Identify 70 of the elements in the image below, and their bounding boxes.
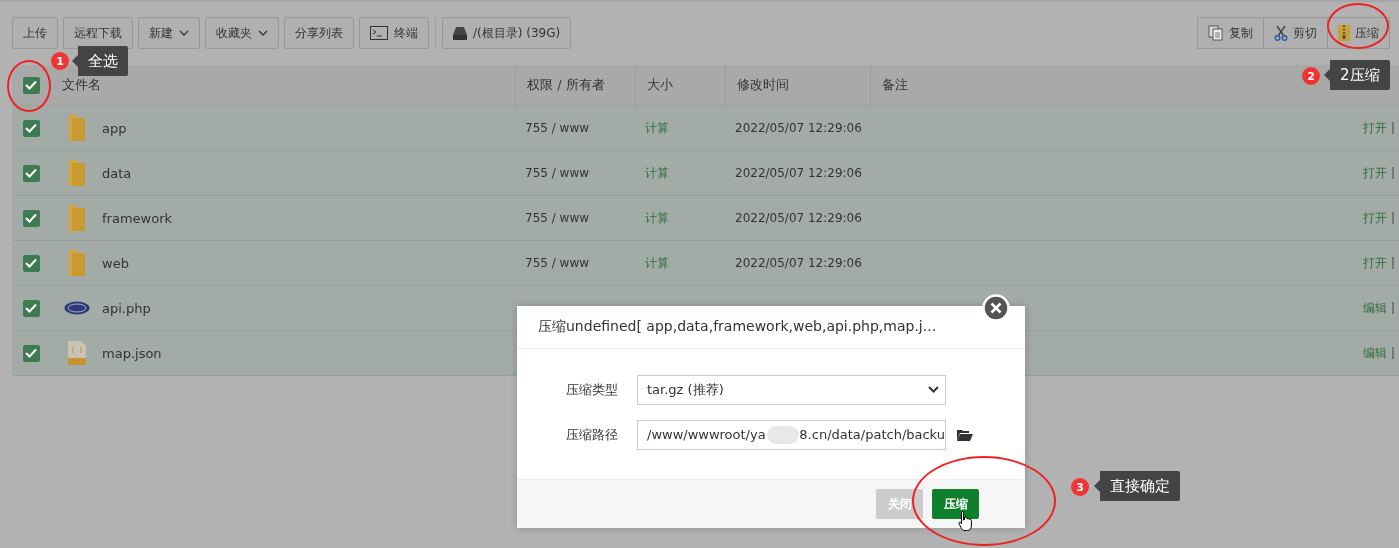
toolbar-button[interactable]: 复制 [1197,17,1264,49]
toolbar-button[interactable]: 压缩 [1327,17,1390,49]
file-name[interactable]: map.json [102,345,162,361]
annotation-tooltip: 直接确定 [1094,471,1180,501]
row-checkbox[interactable] [22,299,40,317]
modified-time: 2022/05/07 12:29:06 [735,166,862,180]
permissions-text: 755 / www [525,166,590,180]
file-name[interactable]: web [102,255,129,271]
calculate-link[interactable]: 计算 [645,255,669,270]
calculate-link[interactable]: 计算 [645,165,669,180]
field-label: 压缩类型 [565,380,619,399]
compress-button[interactable]: 压缩 [932,489,979,519]
column-header: 大小 [647,76,673,94]
compress-type-select[interactable]: tar.gz (推荐) [637,374,946,405]
chevron-down-icon [179,30,189,36]
permissions-text: 755 / www [525,256,590,270]
calculate-link[interactable]: 计算 [645,210,669,225]
row-action-link[interactable]: 打开 [1363,164,1387,182]
scissors-icon [1274,25,1288,41]
column-header: 修改时间 [737,76,789,94]
row-checkbox[interactable] [22,119,40,137]
toolbar-button[interactable]: 新建 [138,17,200,49]
php-icon [64,301,90,315]
toolbar-button[interactable]: 上传 [12,17,58,49]
permissions-text: 755 / www [525,121,590,135]
path-field[interactable]: /www/wwwroot/ya 8.cn/data/patch/backu [637,419,946,450]
modified-time: 2022/05/07 12:29:06 [735,211,862,225]
modified-time: 2022/05/07 12:29:06 [735,121,862,135]
calculate-link[interactable]: 计算 [645,120,669,135]
highlight-circle [1327,3,1389,49]
terminal-icon [370,26,388,40]
permissions-text: 755 / www [525,211,590,225]
row-action-link[interactable]: 编辑 [1363,344,1387,362]
column-header: 备注 [882,76,908,94]
file-name[interactable]: app [102,120,127,136]
file-name[interactable]: api.php [102,300,151,316]
folder-icon[interactable] [957,428,973,441]
disk-icon [453,26,467,40]
highlight-circle [7,60,51,112]
column-header: 权限 / 所有者 [527,76,605,94]
toolbar-button[interactable]: 收藏夹 [205,17,279,49]
step-badge: 3 [1071,478,1089,496]
copy-icon [1208,25,1224,41]
chevron-down-icon [258,30,268,36]
row-checkbox[interactable] [22,254,40,272]
row-action-link[interactable]: 打开 [1363,119,1387,137]
select-all-checkbox[interactable] [22,76,40,94]
dialog-title: 压缩undefined[ app,data,framework,web,api.php,map.j... [538,318,937,336]
field-label: 压缩路径 [565,425,619,444]
step-badge: 1 [51,52,69,70]
toolbar-button[interactable]: 剪切 [1263,17,1328,49]
toolbar-button[interactable]: 分享列表 [284,17,354,49]
row-checkbox[interactable] [22,209,40,227]
row-action-link[interactable]: 打开 [1363,209,1387,227]
toolbar-button[interactable]: 终端 [359,17,429,49]
close-icon[interactable] [982,294,1010,322]
disk-button[interactable]: /(根目录) (39G) [442,17,572,49]
annotation-tooltip: 2压缩 [1324,60,1390,90]
row-action-link[interactable]: 编辑 [1363,299,1387,317]
file-name[interactable]: framework [102,210,172,226]
column-header: 文件名 [62,76,101,94]
zip-icon [1338,25,1350,41]
file-name[interactable]: data [102,165,132,181]
row-checkbox[interactable] [22,344,40,362]
row-action-link[interactable]: 打开 [1363,254,1387,272]
toolbar-button[interactable]: 远程下载 [63,17,133,49]
modified-time: 2022/05/07 12:29:06 [735,256,862,270]
row-checkbox[interactable] [22,164,40,182]
chevron-down-icon [928,386,939,393]
annotation-tooltip: 全选 [72,46,128,76]
